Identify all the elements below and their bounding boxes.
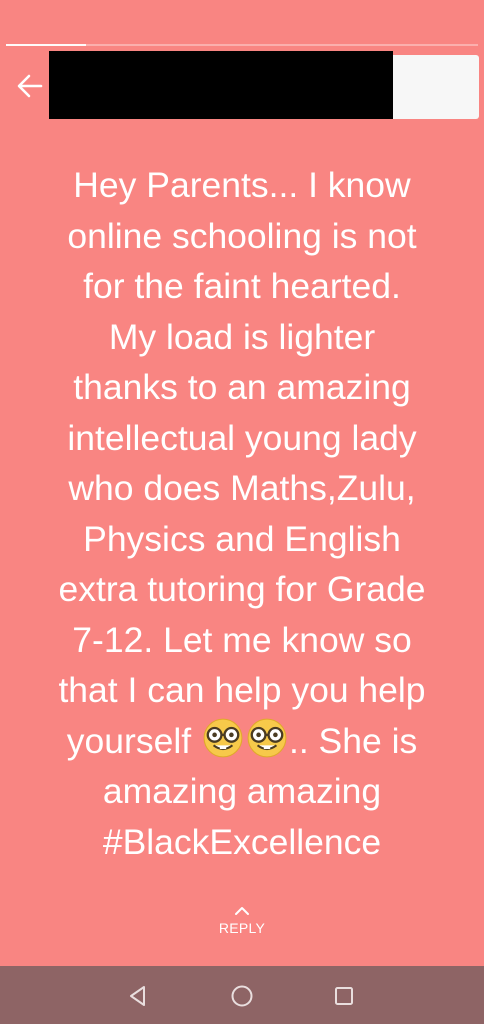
nerd-face-emoji-icon — [203, 718, 243, 757]
status-line: extra tutoring for Grade — [58, 569, 426, 609]
nav-back-triangle-icon — [130, 986, 145, 1006]
nav-recents-button[interactable] — [328, 980, 360, 1012]
status-text: Hey Parents... I know online schooling i… — [14, 160, 470, 867]
redacted-contact-name — [49, 51, 393, 119]
status-line: who does Maths,Zulu, — [68, 468, 416, 508]
back-button[interactable] — [12, 68, 48, 104]
reply-label: REPLY — [218, 920, 266, 936]
nav-home-button[interactable] — [226, 980, 258, 1012]
status-progress-fill — [6, 44, 87, 46]
status-line-suffix: .. She is — [288, 720, 418, 761]
status-line: Hey Parents... I know — [73, 165, 411, 205]
status-line: for the faint hearted. — [83, 266, 401, 306]
status-line: intellectual young lady — [67, 417, 417, 458]
status-line: amazing amazing — [102, 771, 382, 811]
nav-back-button[interactable] — [122, 980, 154, 1012]
status-line-with-emoji: yourself .. She is — [14, 716, 470, 767]
status-line: online schooling is not — [67, 215, 417, 256]
nerd-face-emoji-icon — [247, 718, 287, 757]
system-navigation-bar — [0, 966, 484, 1024]
reply-button[interactable]: REPLY — [192, 906, 292, 954]
nav-recents-square-icon — [335, 987, 353, 1005]
status-progress-track — [6, 44, 478, 46]
arrow-left-icon — [17, 74, 43, 98]
status-line-prefix: yourself — [66, 720, 192, 761]
chevron-up-icon — [235, 907, 249, 915]
status-line: My load is lighter — [108, 316, 376, 357]
status-line: 7-12. Let me know so — [72, 619, 412, 660]
nav-home-circle-icon — [231, 985, 253, 1007]
status-line: #BlackExcellence — [102, 821, 382, 862]
redacted-contact-area — [393, 55, 479, 119]
status-line: that I can help you help — [58, 670, 426, 710]
status-line: Physics and English — [83, 518, 401, 559]
status-line: thanks to an amazing — [73, 367, 411, 407]
